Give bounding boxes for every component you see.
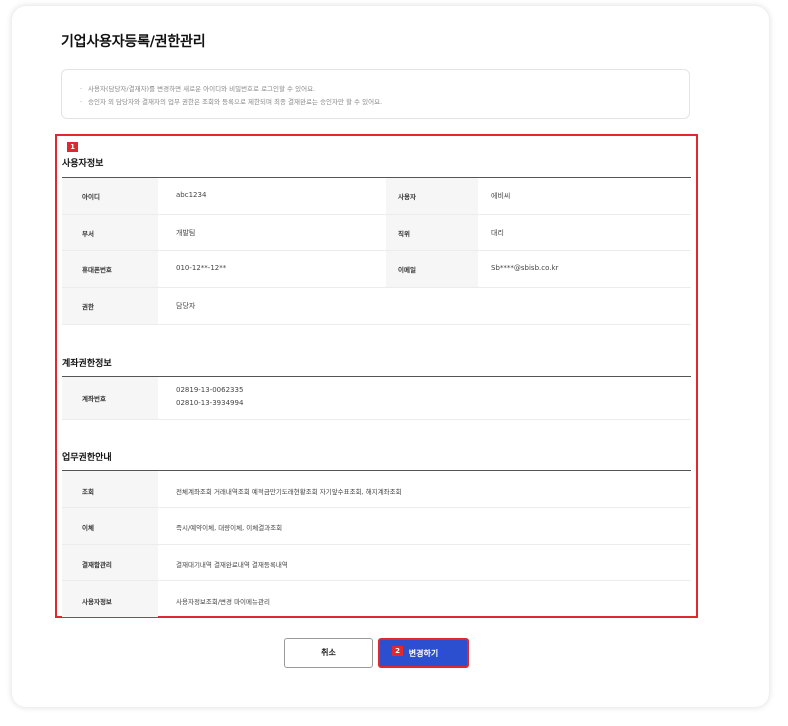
cancel-button[interactable]: 취소	[284, 638, 373, 668]
phone-value: 010-12**-12**	[176, 264, 227, 272]
bullet: ·	[80, 98, 83, 106]
position-value: 대리	[491, 229, 504, 237]
work-value-approval: 결재대기내역 결재완료내역 결재등록내역	[176, 561, 288, 569]
dept-value: 개발팀	[176, 229, 196, 237]
phone-label: 휴대폰번호	[82, 266, 112, 274]
page-title: 기업사용자등록/권한관리	[61, 34, 206, 50]
id-label: 아이디	[82, 193, 100, 201]
role-label: 권한	[82, 303, 94, 311]
marker-1: 1	[67, 142, 78, 152]
id-value: abc1234	[176, 191, 207, 199]
row-divider	[62, 580, 691, 581]
work-label-approval: 결재함관리	[82, 561, 112, 569]
work-value-transfer: 즉시/예약이체, 대량이체, 이체결과조회	[176, 524, 283, 532]
email-label: 이메일	[398, 266, 416, 274]
section-title-work-info: 업무권한안내	[62, 453, 112, 463]
section-title-account-info: 계좌권한정보	[62, 359, 112, 369]
notice-line-1: · 사용자(담당자/결재자)를 변경하면 새로운 아이디와 비밀번호로 로그인할 …	[80, 83, 689, 96]
account-number-1: 02819-13-0062335	[176, 386, 244, 394]
work-label-user: 사용자정보	[82, 598, 112, 606]
user-label: 사용자	[398, 193, 416, 201]
label-column-bg	[62, 178, 158, 324]
row-divider	[62, 250, 691, 251]
account-label: 계좌번호	[82, 395, 106, 403]
label-column-bg	[62, 377, 158, 419]
row-divider	[62, 324, 691, 325]
email-value: Sb****@sbisb.co.kr	[491, 264, 559, 272]
row-divider	[62, 544, 691, 545]
account-number-2: 02810-13-3934994	[176, 399, 244, 407]
work-label-inquiry: 조회	[82, 488, 94, 496]
row-divider	[62, 287, 691, 288]
section-title-user-info: 사용자정보	[62, 159, 104, 169]
row-divider	[62, 507, 691, 508]
position-label: 직위	[398, 230, 410, 238]
work-label-transfer: 이체	[82, 524, 94, 532]
work-value-user: 사용자정보조회/변경 마이메뉴관리	[176, 598, 270, 606]
row-divider	[62, 214, 691, 215]
marker-2: 2	[392, 646, 403, 656]
work-value-inquiry: 전체계좌조회 거래내역조회 예적금만기도래현황조회 자기앞수표조회, 해지계좌조…	[176, 488, 402, 496]
dept-label: 부서	[82, 230, 94, 238]
role-value: 담당자	[176, 302, 196, 310]
notice-box: · 사용자(담당자/결재자)를 변경하면 새로운 아이디와 비밀번호로 로그인할 …	[61, 69, 690, 119]
row-divider	[62, 419, 691, 420]
notice-line-2: · 승인자 외 담당자와 결재자의 업무 권한은 조회와 등록으로 제한되며 최종…	[80, 96, 689, 109]
bullet: ·	[80, 85, 83, 93]
user-value: 에비씨	[491, 192, 511, 200]
